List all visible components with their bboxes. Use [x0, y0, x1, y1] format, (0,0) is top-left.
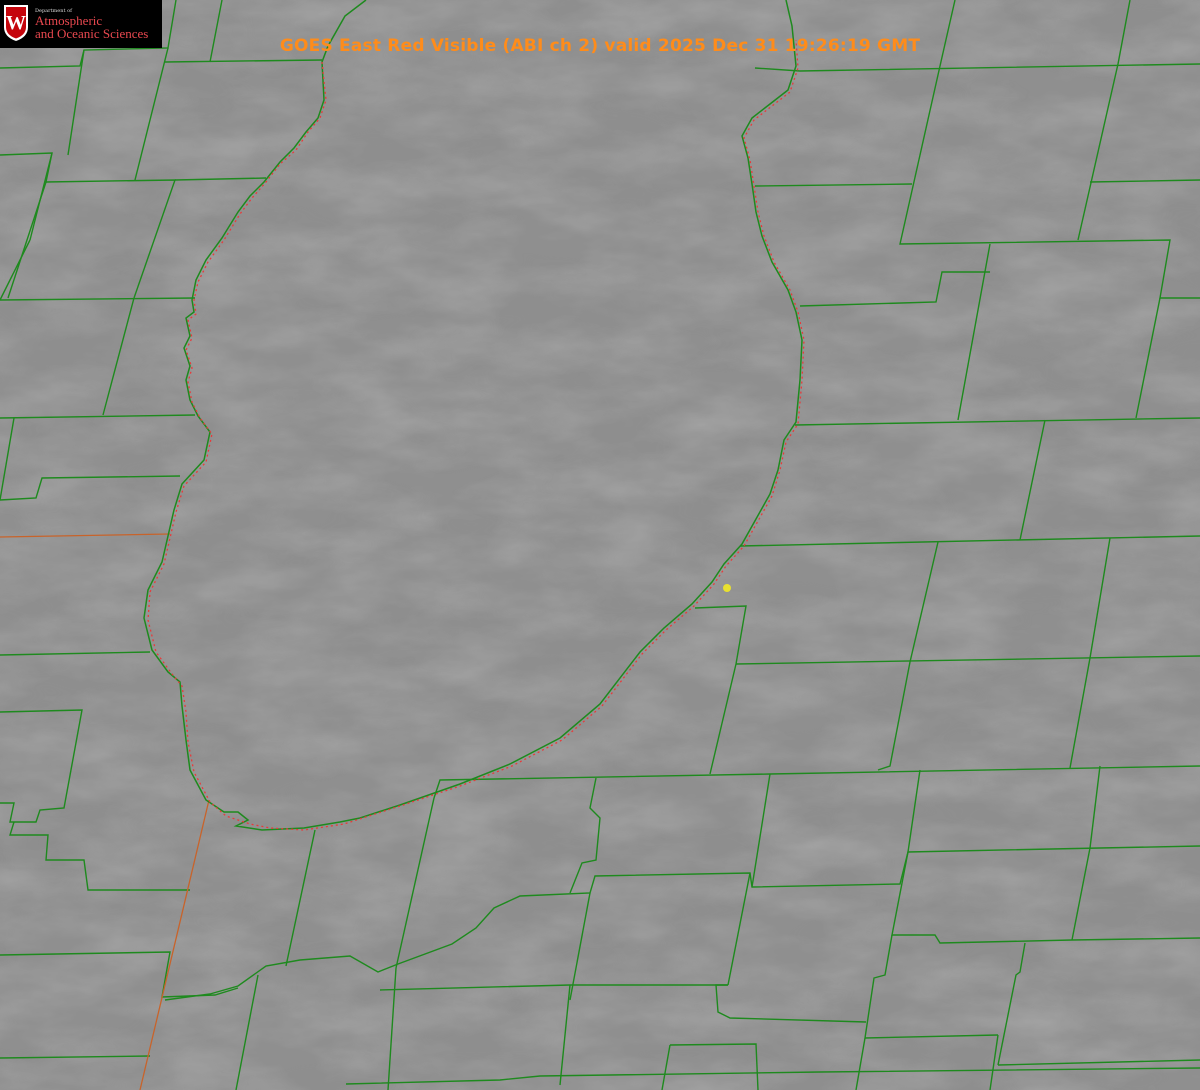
imagery-shadow-texture [0, 0, 1200, 1090]
satellite-map [0, 0, 1200, 1090]
image-title: GOES East Red Visible (ABI ch 2) valid 2… [279, 36, 921, 56]
svg-text:W: W [6, 12, 26, 34]
location-marker [723, 584, 731, 592]
